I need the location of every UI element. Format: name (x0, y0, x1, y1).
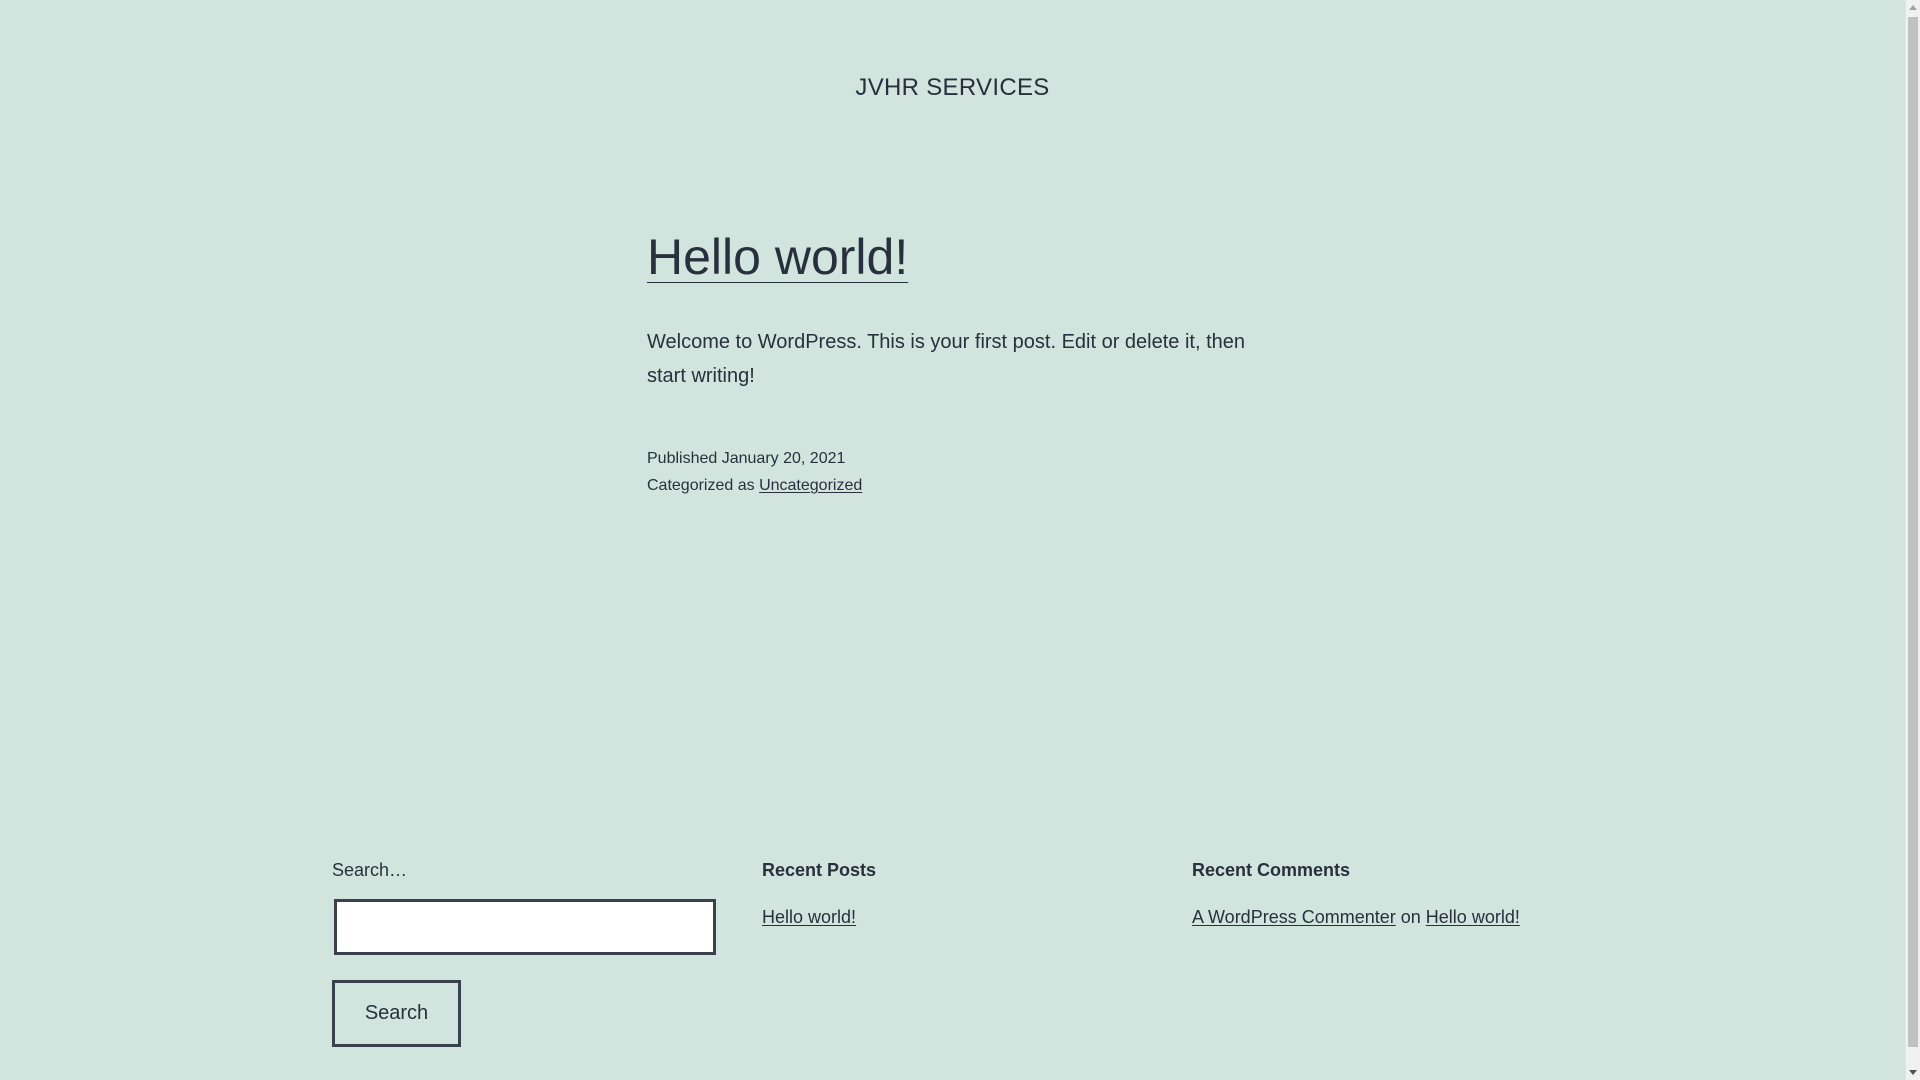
search-button[interactable]: Search (332, 980, 461, 1047)
site-title[interactable]: JVHR SERVICES (0, 74, 1905, 102)
recent-post-item: Hello world! (762, 907, 876, 928)
search-label: Search… (332, 860, 408, 880)
recent-posts-widget: Recent Posts Hello world! (762, 860, 876, 928)
scrollbar-thumb[interactable] (1908, 17, 1918, 1047)
scroll-up-arrow-icon[interactable] (1909, 5, 1917, 10)
post-content: Welcome to WordPress. This is your first… (647, 331, 1246, 387)
published-date: January 20, 2021 (721, 450, 846, 467)
post-title[interactable]: Hello world! (647, 230, 908, 285)
page: JVHR SERVICES Hello world! Welcome to Wo… (0, 0, 1905, 1080)
published-line: Published January 20, 2021 (647, 445, 862, 472)
comment-author-link[interactable]: A WordPress Commenter (1192, 907, 1396, 927)
recent-post-link[interactable]: Hello world! (762, 907, 856, 927)
categorized-label: Categorized as (647, 477, 755, 494)
site-title-link[interactable]: JVHR SERVICES (855, 74, 1049, 101)
recent-comments-widget: Recent Comments A WordPress Commenter on… (1192, 860, 1520, 928)
search-input[interactable] (334, 899, 716, 955)
scroll-down-arrow-icon[interactable] (1909, 1070, 1917, 1075)
category-link[interactable]: Uncategorized (759, 477, 862, 494)
comment-post-link[interactable]: Hello world! (1426, 907, 1520, 927)
published-label: Published (647, 450, 718, 467)
vertical-scrollbar[interactable] (1905, 0, 1920, 1080)
recent-posts-heading: Recent Posts (762, 860, 877, 880)
recent-comment-item: A WordPress Commenter on Hello world! (1192, 907, 1520, 928)
post-meta: Published January 20, 2021 Categorized a… (647, 445, 862, 499)
category-line: Categorized as Uncategorized (647, 472, 862, 499)
comment-connector: on (1400, 907, 1421, 927)
recent-comments-heading: Recent Comments (1192, 860, 1351, 880)
